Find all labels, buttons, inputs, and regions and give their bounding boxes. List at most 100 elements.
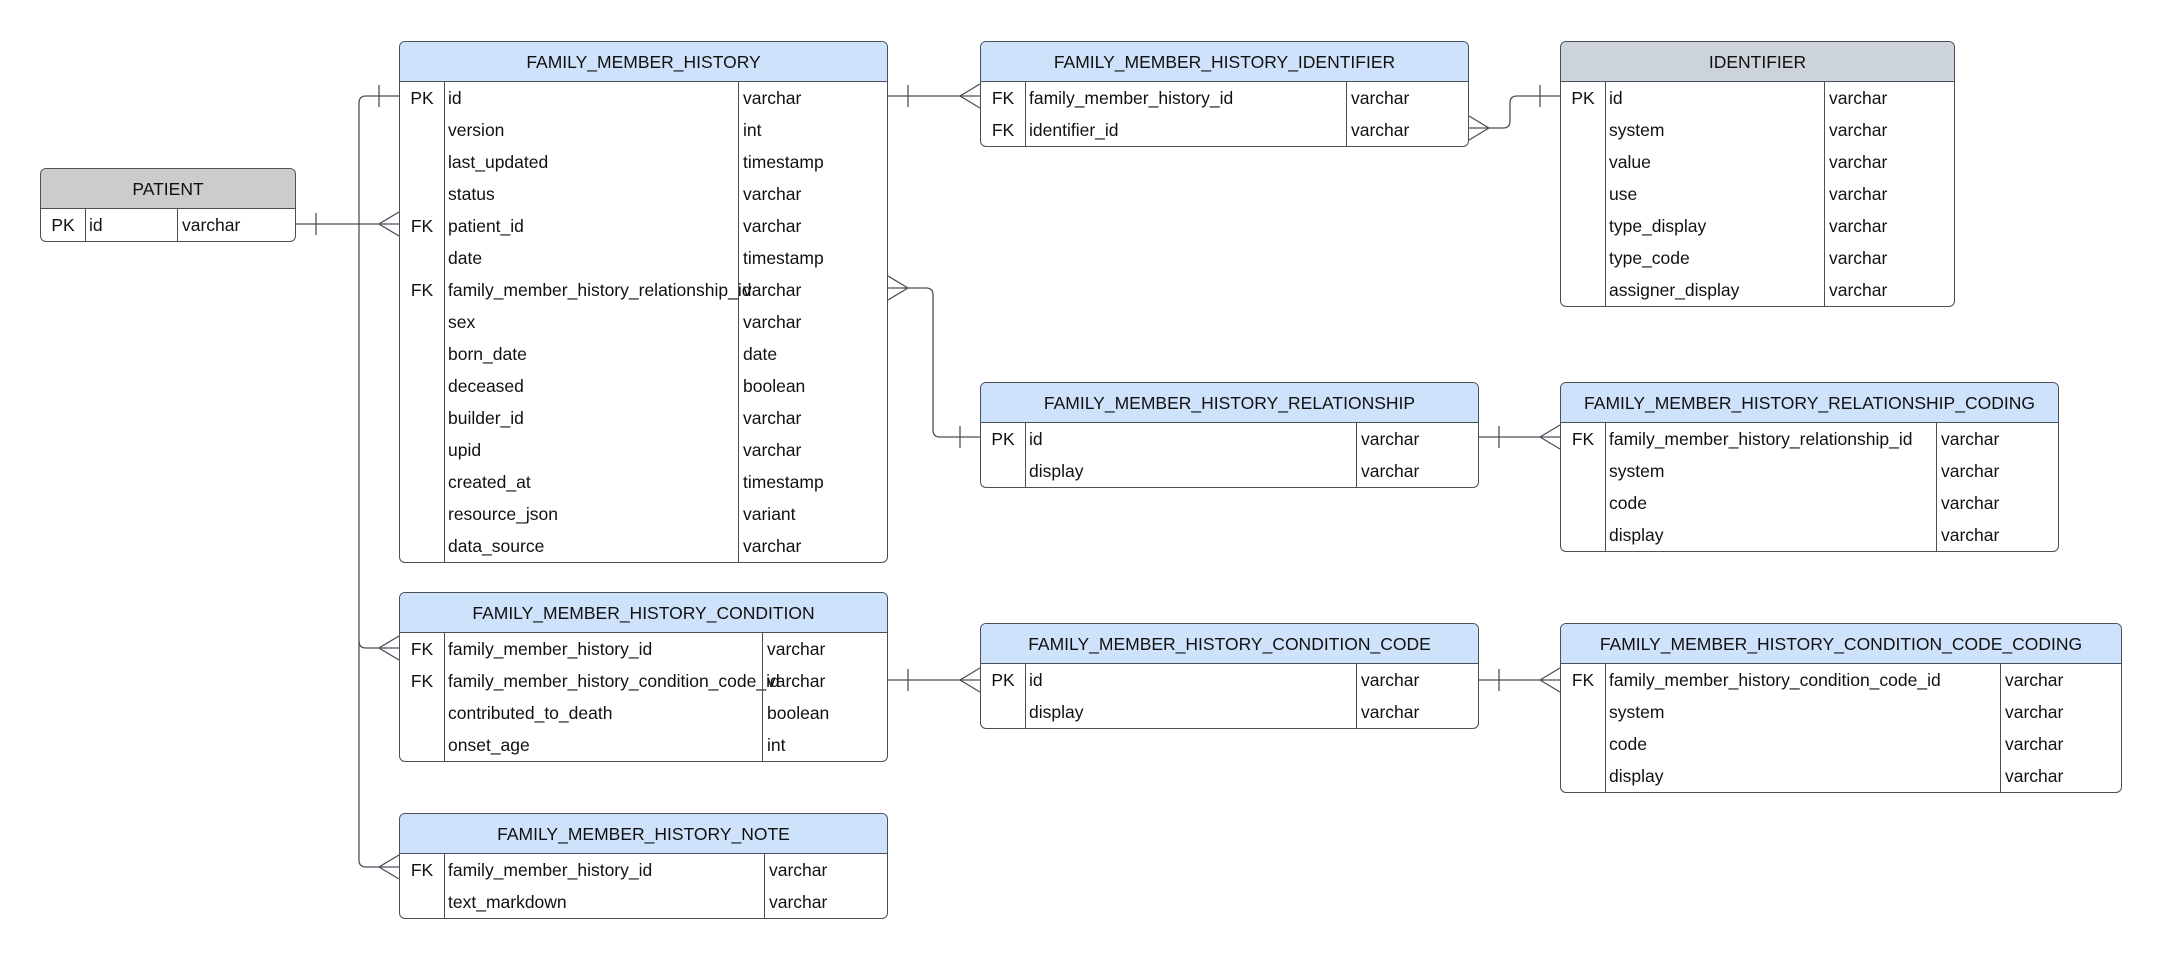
column-row[interactable]: FK family_member_history_relationship_id v… [400, 274, 887, 306]
column-divider [1605, 423, 1606, 551]
column-divider [1025, 82, 1026, 146]
column-name: family_member_history_relationship_id [448, 280, 752, 300]
column-row[interactable]: upid varchar [400, 434, 887, 466]
column-name: patient_id [448, 216, 524, 236]
column-type: varchar [743, 440, 802, 460]
entity-fmh-relationship[interactable]: FAMILY_MEMBER_HISTORY_RELATIONSHIP PK id v… [980, 382, 1479, 488]
column-row[interactable]: display varchar [981, 455, 1478, 487]
column-row[interactable]: PK id varchar [981, 664, 1478, 696]
column-row[interactable]: value varchar [1561, 146, 1954, 178]
column-row[interactable]: type_display varchar [1561, 210, 1954, 242]
column-row[interactable]: onset_age int [400, 729, 887, 761]
column-row[interactable]: text_markdown varchar [400, 886, 887, 918]
column-row[interactable]: FK identifier_id varchar [981, 114, 1468, 146]
key-badge: FK [410, 639, 434, 659]
column-row[interactable]: born_date date [400, 338, 887, 370]
key-badge: FK [1571, 429, 1595, 449]
column-row[interactable]: last_updated timestamp [400, 146, 887, 178]
column-type: boolean [767, 703, 830, 723]
column-row[interactable]: PK id varchar [981, 423, 1478, 455]
column-row[interactable]: system varchar [1561, 455, 2058, 487]
column-row[interactable]: resource_json variant [400, 498, 887, 530]
key-badge: PK [991, 429, 1015, 449]
column-row[interactable]: version int [400, 114, 887, 146]
key-badge [400, 338, 444, 370]
column-row[interactable]: PK id varchar [400, 82, 887, 114]
column-row[interactable]: code varchar [1561, 487, 2058, 519]
column-type: date [743, 344, 778, 364]
column-row[interactable]: sex varchar [400, 306, 887, 338]
column-row[interactable]: builder_id varchar [400, 402, 887, 434]
column-name: deceased [448, 376, 524, 396]
rel-fmh-relationship [887, 275, 980, 448]
column-row[interactable]: display varchar [981, 696, 1478, 728]
column-row[interactable]: date timestamp [400, 242, 887, 274]
column-type: varchar [743, 536, 802, 556]
column-name: id [1609, 88, 1623, 108]
column-row[interactable]: FK family_member_history_condition_code_i… [400, 665, 887, 697]
column-row[interactable]: PK id varchar [41, 209, 295, 241]
column-type: varchar [1829, 280, 1888, 300]
column-row[interactable]: type_code varchar [1561, 242, 1954, 274]
column-row[interactable]: contributed_to_death boolean [400, 697, 887, 729]
column-type: varchar [182, 215, 241, 235]
key-badge [400, 530, 444, 562]
rel-condition-code [887, 667, 981, 693]
column-row[interactable]: FK family_member_history_condition_code_i… [1561, 664, 2121, 696]
column-row[interactable]: display varchar [1561, 519, 2058, 551]
column-type: varchar [1351, 120, 1410, 140]
column-row[interactable]: FK family_member_history_id varchar [981, 82, 1468, 114]
column-type: varchar [1361, 429, 1420, 449]
entity-identifier[interactable]: IDENTIFIER PK id varchar system varchar value… [1560, 41, 1955, 307]
column-row[interactable]: PK id varchar [1561, 82, 1954, 114]
column-name: text_markdown [448, 892, 567, 912]
column-name: id [1029, 429, 1043, 449]
entity-family-member-history[interactable]: FAMILY_MEMBER_HISTORY PK id varchar version… [399, 41, 888, 563]
entity-fmh-condition-code[interactable]: FAMILY_MEMBER_HISTORY_CONDITION_CODE PK i… [980, 623, 1479, 729]
column-divider [738, 82, 739, 562]
entity-fmh-relationship-coding[interactable]: FAMILY_MEMBER_HISTORY_RELATIONSHIP_CODIN… [1560, 382, 2059, 552]
column-type: boolean [743, 376, 806, 396]
column-row[interactable]: FK patient_id varchar [400, 210, 887, 242]
column-name: id [89, 215, 103, 235]
entity-fmh-identifier[interactable]: FAMILY_MEMBER_HISTORY_IDENTIFIER FK famil… [980, 41, 1469, 147]
entity-fmh-condition-code-coding[interactable]: FAMILY_MEMBER_HISTORY_CONDITION_CODE_COD… [1560, 623, 2122, 793]
column-row[interactable]: FK family_member_history_id varchar [400, 633, 887, 665]
column-divider [444, 633, 445, 761]
column-row[interactable]: system varchar [1561, 114, 1954, 146]
column-name: id [1029, 670, 1043, 690]
entity-fmh-note[interactable]: FAMILY_MEMBER_HISTORY_NOTE FK family_memb… [399, 813, 888, 919]
column-row[interactable]: assigner_display varchar [1561, 274, 1954, 306]
entity-patient[interactable]: PATIENT PK id varchar [40, 168, 296, 242]
column-type: varchar [743, 312, 802, 332]
entity-fmh-condition[interactable]: FAMILY_MEMBER_HISTORY_CONDITION FK family… [399, 592, 888, 762]
entity-title: FAMILY_MEMBER_HISTORY_CONDITION [400, 593, 887, 633]
column-row[interactable]: display varchar [1561, 760, 2121, 792]
column-name: born_date [448, 344, 527, 364]
column-type: varchar [1941, 493, 2000, 513]
key-badge [1561, 728, 1605, 760]
key-badge: FK [991, 88, 1015, 108]
column-row[interactable]: status varchar [400, 178, 887, 210]
column-name: display [1029, 702, 1084, 722]
column-name: value [1609, 152, 1651, 172]
column-row[interactable]: use varchar [1561, 178, 1954, 210]
key-badge [400, 306, 444, 338]
key-badge [400, 242, 444, 274]
key-badge [400, 697, 444, 729]
column-name: display [1609, 525, 1664, 545]
column-type: varchar [2005, 670, 2064, 690]
column-row[interactable]: deceased boolean [400, 370, 887, 402]
column-name: system [1609, 702, 1665, 722]
column-row[interactable]: FK family_member_history_relationship_id v… [1561, 423, 2058, 455]
column-name: family_member_history_condition_code_id [448, 671, 780, 691]
column-type: varchar [1829, 120, 1888, 140]
column-row[interactable]: code varchar [1561, 728, 2121, 760]
column-row[interactable]: system varchar [1561, 696, 2121, 728]
entity-title: FAMILY_MEMBER_HISTORY_CONDITION_CODE [981, 624, 1478, 664]
key-badge [981, 696, 1025, 728]
column-row[interactable]: data_source varchar [400, 530, 887, 562]
column-row[interactable]: FK family_member_history_id varchar [400, 854, 887, 886]
key-badge [1561, 519, 1605, 551]
column-row[interactable]: created_at timestamp [400, 466, 887, 498]
